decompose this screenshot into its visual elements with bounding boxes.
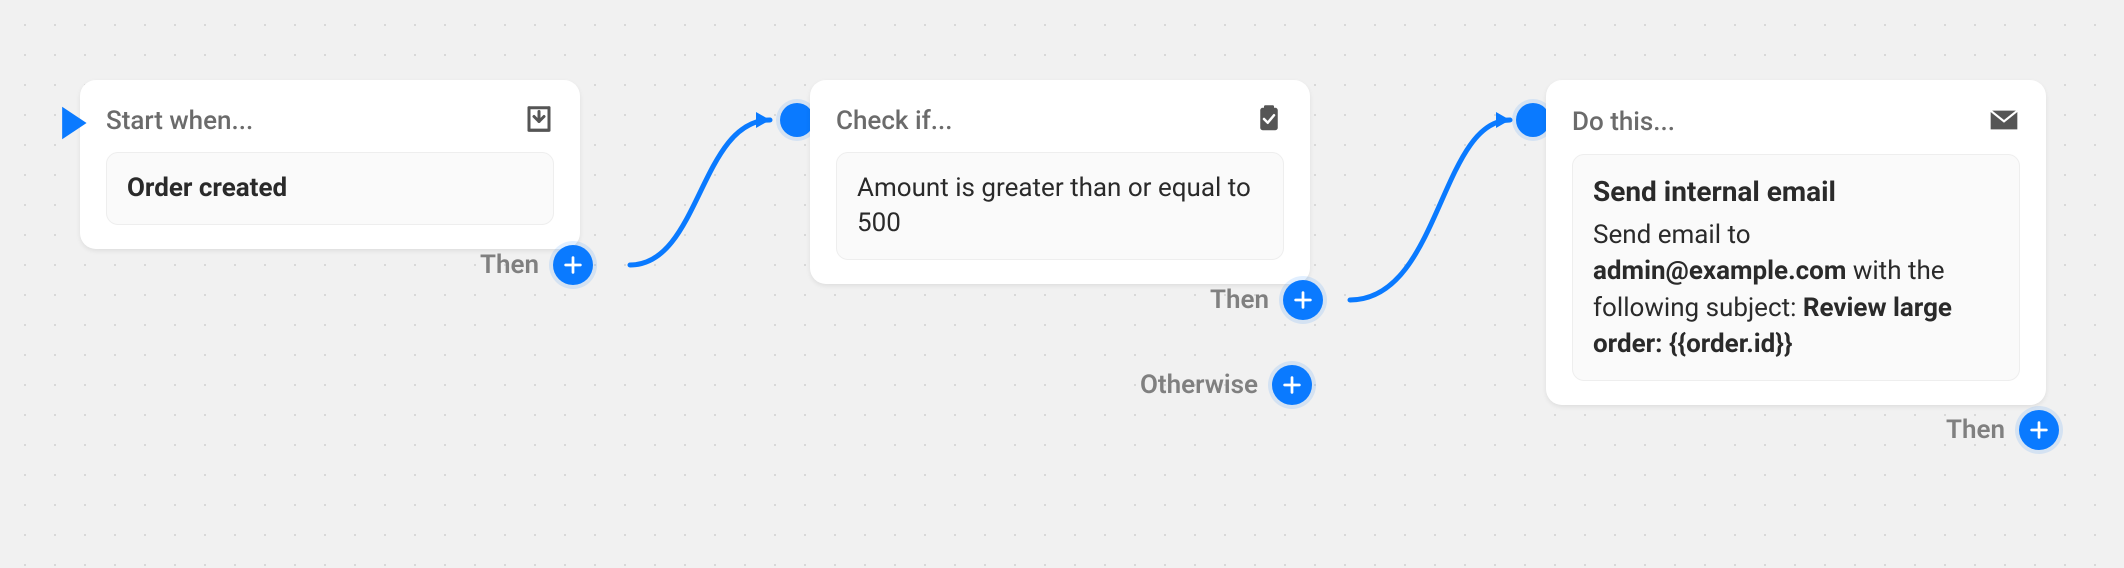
action-header-title: Do this... <box>1572 107 1675 137</box>
trigger-header: Start when... <box>106 104 554 138</box>
action-desc-prefix: Send email to <box>1593 220 1751 250</box>
start-marker-icon <box>56 104 90 142</box>
add-step-button[interactable] <box>1283 280 1323 320</box>
outlet-label: Then <box>1946 415 2005 445</box>
outlet-label: Then <box>1210 285 1269 315</box>
download-tray-icon <box>524 104 554 138</box>
condition-outlet-otherwise: Otherwise <box>1140 365 1312 405</box>
action-body: Send internal email Send email to admin@… <box>1572 154 2020 381</box>
add-step-button[interactable] <box>2019 410 2059 450</box>
action-inlet <box>1516 103 1550 137</box>
condition-inlet <box>780 103 814 137</box>
action-title: Send internal email <box>1593 173 1999 211</box>
outlet-label: Otherwise <box>1140 370 1258 400</box>
mail-icon <box>1988 104 2020 140</box>
condition-header: Check if... <box>836 104 1284 138</box>
condition-node[interactable]: Check if... Amount is greater than or eq… <box>810 80 1310 284</box>
add-step-button[interactable] <box>553 245 593 285</box>
condition-body: Amount is greater than or equal to 500 <box>836 152 1284 260</box>
condition-outlet-then: Then <box>1210 280 1323 320</box>
action-description: Send email to admin@example.com with the… <box>1593 217 1999 363</box>
trigger-node[interactable]: Start when... Order created <box>80 80 580 249</box>
outlet-label: Then <box>480 250 539 280</box>
workflow-canvas[interactable]: Start when... Order created Then Check i… <box>0 0 2124 568</box>
trigger-body: Order created <box>106 152 554 225</box>
trigger-header-title: Start when... <box>106 106 253 136</box>
trigger-outlet-then: Then <box>480 245 593 285</box>
action-header: Do this... <box>1572 104 2020 140</box>
action-email: admin@example.com <box>1593 256 1846 286</box>
action-node[interactable]: Do this... Send internal email Send emai… <box>1546 80 2046 405</box>
condition-header-title: Check if... <box>836 106 952 136</box>
add-step-button[interactable] <box>1272 365 1312 405</box>
action-outlet-then: Then <box>1946 410 2059 450</box>
clipboard-check-icon <box>1254 104 1284 138</box>
